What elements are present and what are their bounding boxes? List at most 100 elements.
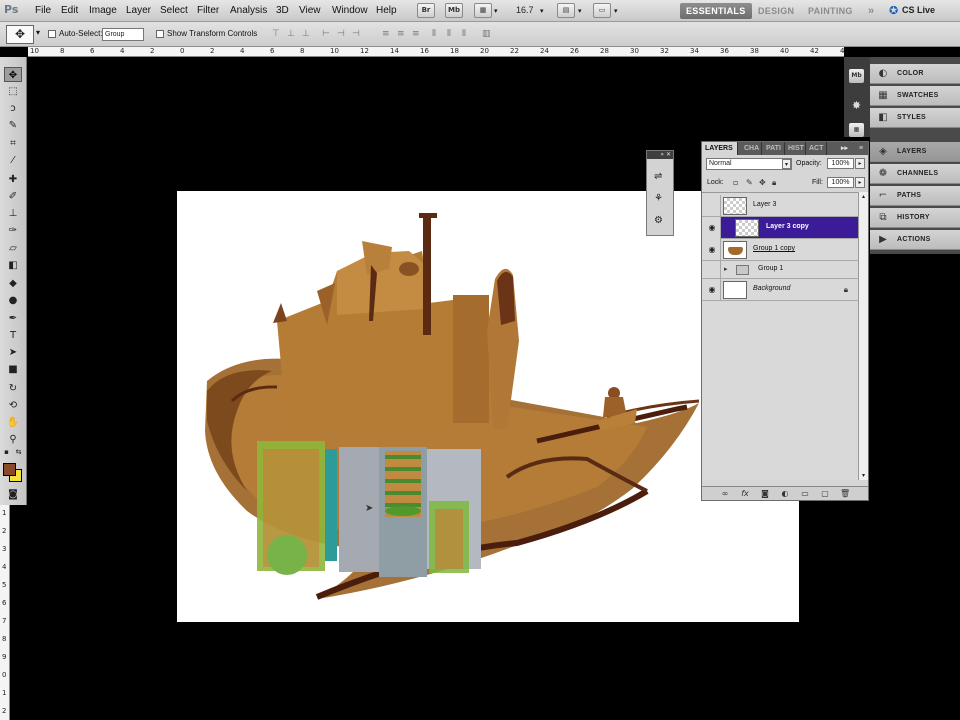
- hand-tool-icon[interactable]: ✋: [4, 415, 22, 430]
- layer-row[interactable]: Layer 3: [702, 195, 858, 217]
- scroll-up-icon[interactable]: ▴: [859, 192, 868, 201]
- mini-bridge-button[interactable]: Mb: [445, 3, 463, 18]
- lock-all-icon[interactable]: 🔒︎: [772, 178, 781, 187]
- auto-select-checkbox[interactable]: [48, 30, 56, 38]
- fill-field[interactable]: 100%: [827, 177, 854, 188]
- menu-image[interactable]: Image: [89, 5, 117, 16]
- menu-file[interactable]: File: [35, 5, 51, 16]
- gradient-tool-icon[interactable]: ◧: [4, 258, 22, 273]
- default-colors-icon[interactable]: ▪: [2, 448, 11, 457]
- distribute-hcenter-icon[interactable]: ⦀: [447, 29, 459, 39]
- dodge-tool-icon[interactable]: ●: [4, 293, 22, 308]
- collapse-panel-icon[interactable]: ▸▸: [838, 142, 851, 155]
- tab-actions[interactable]: ACT: [806, 142, 827, 155]
- zoom-tool-icon[interactable]: ⚲: [4, 432, 22, 447]
- align-left-icon[interactable]: ⊢: [322, 29, 334, 39]
- 3d-rotate-tool-icon[interactable]: ↻: [4, 381, 22, 396]
- menu-analysis[interactable]: Analysis: [230, 5, 267, 16]
- new-layer-icon[interactable]: ▢: [820, 489, 830, 498]
- fx-icon[interactable]: fx: [740, 489, 750, 498]
- distribute-top-icon[interactable]: ≡: [382, 29, 394, 39]
- tab-layers[interactable]: LAYERS: [702, 142, 738, 155]
- tool-presets-icon[interactable]: ⚙: [654, 215, 663, 226]
- history-brush-tool-icon[interactable]: ✑: [4, 223, 22, 238]
- align-right-icon[interactable]: ⊣: [352, 29, 364, 39]
- trash-icon[interactable]: 🗑︎: [840, 489, 850, 498]
- panel-layers[interactable]: ◈ LAYERS: [870, 142, 960, 162]
- marquee-tool-icon[interactable]: ⬚: [4, 84, 22, 99]
- fill-slider-button[interactable]: ▸: [855, 177, 865, 188]
- move-tool-icon[interactable]: ✥: [4, 67, 22, 82]
- distribute-vcenter-icon[interactable]: ≡: [397, 29, 409, 39]
- auto-align-icon[interactable]: ▥: [482, 29, 494, 39]
- panel-swatches[interactable]: ▦ SWATCHES: [870, 86, 960, 106]
- blend-mode-dropdown[interactable]: Normal: [706, 158, 792, 170]
- swap-colors-icon[interactable]: ⇆: [14, 448, 23, 457]
- auto-select-dropdown[interactable]: Group: [102, 28, 144, 41]
- panel-color[interactable]: ◐ COLOR: [870, 64, 960, 84]
- view-extras-button[interactable]: ▦: [474, 3, 492, 18]
- quick-select-tool-icon[interactable]: ✎: [4, 118, 22, 133]
- tab-paths[interactable]: PATI: [763, 142, 785, 155]
- horizontal-ruler[interactable]: 10 8 6 4 2 0 2 4 6 8 10 12 14 16 18 20 22 24 26 28 30 32 34 36 3…: [28, 47, 844, 57]
- align-hcenter-icon[interactable]: ⊣: [337, 29, 349, 39]
- show-transform-checkbox[interactable]: [156, 30, 164, 38]
- lock-transparency-icon[interactable]: ▫: [733, 178, 742, 187]
- arrange-documents-button[interactable]: ▤: [557, 3, 575, 18]
- add-mask-icon[interactable]: ◙: [760, 489, 770, 498]
- chevron-down-icon[interactable]: ▾: [614, 7, 618, 15]
- clone-stamp-tool-icon[interactable]: ⊥: [4, 206, 22, 221]
- chevron-down-icon[interactable]: ▾: [540, 7, 544, 15]
- menu-filter[interactable]: Filter: [197, 5, 219, 16]
- new-group-icon[interactable]: ▭: [800, 489, 810, 498]
- chevron-down-icon[interactable]: ▾: [782, 159, 791, 169]
- blur-tool-icon[interactable]: ◆: [4, 276, 22, 291]
- chevron-down-icon[interactable]: ▾: [494, 7, 498, 15]
- workspace-painting[interactable]: PAINTING: [802, 3, 859, 19]
- brush-tool-icon[interactable]: ✐: [4, 189, 22, 204]
- panel-paths[interactable]: ⌐ PATHS: [870, 186, 960, 206]
- menu-layer[interactable]: Layer: [126, 5, 151, 16]
- adjustments-icon[interactable]: ▦: [849, 123, 864, 137]
- eraser-tool-icon[interactable]: ▱: [4, 241, 22, 256]
- tab-channels[interactable]: CHA: [741, 142, 762, 155]
- lock-pixels-icon[interactable]: ✎: [746, 178, 755, 187]
- clone-source-icon[interactable]: ⚘: [654, 193, 663, 204]
- opacity-field[interactable]: 100%: [827, 158, 854, 169]
- layer-group-row[interactable]: ▸ Group 1: [702, 261, 858, 279]
- link-layers-icon[interactable]: ∞: [720, 489, 730, 498]
- tool-preset-picker[interactable]: ✥: [6, 25, 34, 44]
- chevron-down-icon[interactable]: ▾: [578, 7, 582, 15]
- layer-row-selected[interactable]: ◉ Layer 3 copy: [702, 217, 858, 239]
- panel-actions[interactable]: ▶ ACTIONS: [870, 230, 960, 250]
- bridge-button[interactable]: Br: [417, 3, 435, 18]
- menu-help[interactable]: Help: [376, 5, 397, 16]
- brush-preset-icon[interactable]: ⇌: [654, 171, 662, 182]
- align-vcenter-icon[interactable]: ⊥: [287, 29, 299, 39]
- crop-tool-icon[interactable]: ⌗: [4, 136, 22, 151]
- eyedropper-tool-icon[interactable]: ⁄: [4, 153, 22, 168]
- chevron-down-icon[interactable]: ▾: [36, 28, 40, 37]
- tab-history[interactable]: HIST: [785, 142, 806, 155]
- panel-menu-icon[interactable]: ≡: [856, 142, 866, 155]
- align-top-icon[interactable]: ⊤: [272, 29, 284, 39]
- quick-mask-icon[interactable]: ◙: [4, 487, 22, 502]
- panel-history[interactable]: ⧉ HISTORY: [870, 208, 960, 228]
- pen-tool-icon[interactable]: ✒: [4, 311, 22, 326]
- adjustment-layer-icon[interactable]: ◐: [780, 489, 790, 498]
- lock-position-icon[interactable]: ✥: [759, 178, 768, 187]
- menu-3d[interactable]: 3D: [276, 5, 289, 16]
- collapse-icon[interactable]: » ✕: [647, 151, 673, 159]
- visibility-toggle[interactable]: ◉: [702, 279, 721, 301]
- menu-view[interactable]: View: [299, 5, 321, 16]
- workspace-essentials[interactable]: ESSENTIALS: [680, 3, 752, 19]
- distribute-left-icon[interactable]: ⦀: [432, 29, 444, 39]
- path-selection-tool-icon[interactable]: ➤: [4, 345, 22, 360]
- menu-select[interactable]: Select: [160, 5, 188, 16]
- healing-brush-tool-icon[interactable]: ✚: [4, 172, 22, 187]
- align-bottom-icon[interactable]: ⊥: [302, 29, 314, 39]
- vertical-ruler[interactable]: 1 2 3 4 5 6 7 8 9 0 1 2: [0, 505, 10, 720]
- more-workspaces-button[interactable]: »: [862, 3, 880, 19]
- menu-window[interactable]: Window: [332, 5, 368, 16]
- cs-live-button[interactable]: CS Live: [902, 5, 935, 15]
